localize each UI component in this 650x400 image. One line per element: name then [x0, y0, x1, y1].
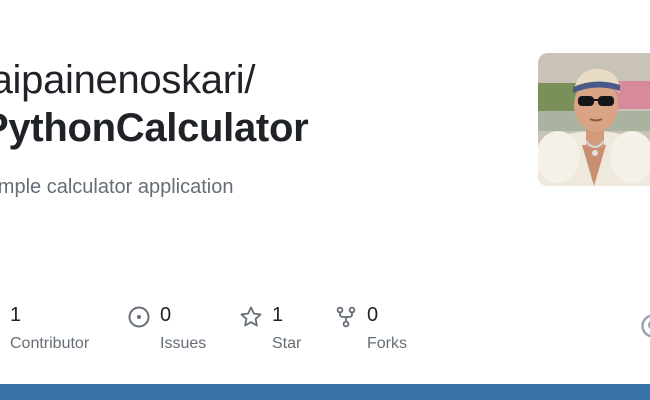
- stat-value: 1: [10, 304, 22, 326]
- repo-description: Simple calculator application: [0, 176, 234, 198]
- owner-avatar[interactable]: [538, 53, 650, 186]
- stat-label: Forks: [367, 335, 407, 352]
- stat-label: Issues: [160, 335, 207, 352]
- issue-opened-icon: [127, 305, 151, 329]
- stat-label: Contributor: [10, 335, 90, 352]
- star-icon: [239, 305, 263, 329]
- bottom-accent-bar: [0, 384, 650, 400]
- github-logo-icon[interactable]: [641, 314, 650, 338]
- repo-stats: 1 Contributor 0 Issues 1 Star 0 Forks: [0, 302, 650, 362]
- stat-label: Star: [272, 335, 302, 352]
- repo-name[interactable]: PythonCalculator: [0, 106, 309, 151]
- repo-forked-icon: [334, 305, 358, 329]
- repo-owner[interactable]: jaipainenoskari/: [0, 58, 255, 103]
- people-icon: [0, 306, 4, 326]
- avatar-image: [538, 53, 650, 186]
- stat-value: 0: [160, 304, 172, 326]
- stat-value: 1: [272, 304, 284, 326]
- stat-value: 0: [367, 304, 379, 326]
